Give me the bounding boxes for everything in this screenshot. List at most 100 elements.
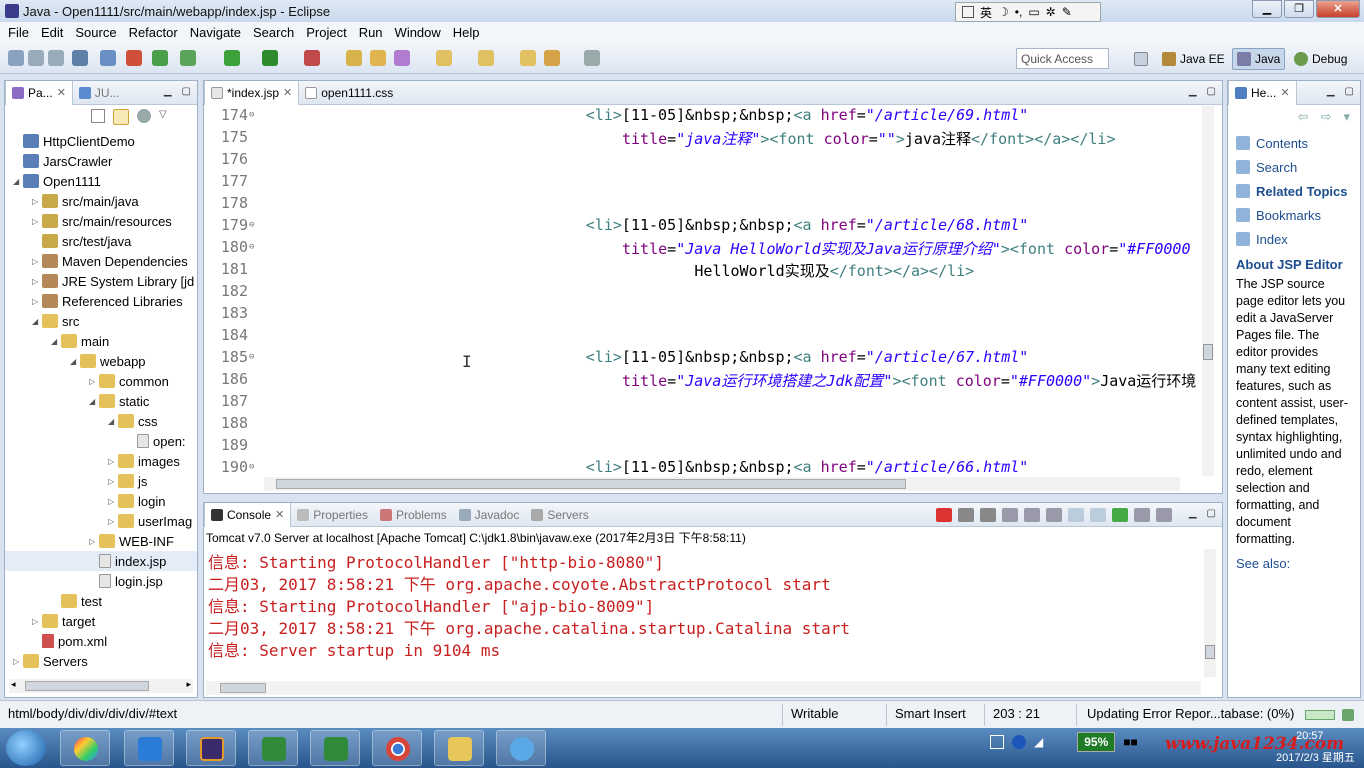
tree-item[interactable]: HttpClientDemo (5, 131, 197, 151)
editor-vscroll[interactable] (1202, 106, 1214, 476)
menu-icon[interactable]: ▾ (1343, 109, 1350, 127)
minimize-button[interactable]: ▁ (1252, 0, 1282, 18)
toolbar-icon[interactable] (436, 50, 452, 66)
expand-arrow-icon[interactable]: ▷ (32, 217, 42, 226)
editor-hscroll[interactable] (264, 477, 1180, 491)
collapse-all-icon[interactable] (91, 109, 105, 123)
console-tool-icon[interactable] (1046, 508, 1062, 522)
forward-icon[interactable]: ⇨ (1321, 109, 1332, 127)
menu-item-project[interactable]: Project (300, 25, 352, 40)
ime-toolbar[interactable]: 英 ☽ •, ▭ ✲ ✎ (955, 2, 1101, 22)
tree-item[interactable]: ▷ common (5, 371, 197, 391)
tree-item[interactable]: pom.xml (5, 631, 197, 651)
code-line[interactable]: 176 (204, 150, 1204, 172)
scroll-thumb[interactable] (1203, 344, 1213, 360)
fold-icon[interactable]: ⊖ (249, 352, 254, 362)
code-line[interactable]: 187 (204, 392, 1204, 414)
help-link-search[interactable]: Search (1228, 155, 1360, 179)
tree-item[interactable]: src/test/java (5, 231, 197, 251)
minimize-icon[interactable]: ▁ (1327, 86, 1335, 97)
tree-item[interactable]: ▷ images (5, 451, 197, 471)
tree-item[interactable]: JarsCrawler (5, 151, 197, 171)
expand-arrow-icon[interactable]: ◢ (89, 397, 99, 406)
fold-icon[interactable]: ⊖ (249, 462, 254, 472)
close-button[interactable]: ✕ (1316, 0, 1360, 18)
tab-junit[interactable]: JU... (73, 81, 126, 105)
expand-arrow-icon[interactable]: ▷ (108, 517, 118, 526)
toolbar-icon[interactable] (520, 50, 536, 66)
expand-arrow-icon[interactable]: ◢ (13, 177, 23, 186)
tree-item[interactable]: index.jsp (5, 551, 197, 571)
help-see-also[interactable]: See also: (1228, 550, 1360, 577)
code-line[interactable]: 181 HelloWorld实现及</font></a></li> (204, 260, 1204, 282)
console-tool-icon[interactable] (980, 508, 996, 522)
code-line[interactable]: 185 ⊖ <li>[11-05]&nbsp;&nbsp;<a href="/art… (204, 348, 1204, 370)
back-icon[interactable]: ⇦ (1298, 109, 1309, 127)
tree-item[interactable]: ▷ target (5, 611, 197, 631)
toolbar-icon[interactable] (304, 50, 320, 66)
expand-arrow-icon[interactable]: ◢ (108, 417, 118, 426)
toolbar-icon[interactable] (346, 50, 362, 66)
progress-view-icon[interactable] (1342, 709, 1354, 721)
expand-arrow-icon[interactable]: ▷ (108, 457, 118, 466)
help-tray-icon[interactable] (1012, 735, 1026, 749)
status-progress-text[interactable]: Updating Error Repor...tabase: (0%) (1087, 706, 1294, 721)
scroll-left-icon[interactable]: ◂ (11, 679, 16, 690)
fold-icon[interactable]: ⊖ (249, 242, 254, 252)
tree-item[interactable]: test (5, 591, 197, 611)
help-link-related-topics[interactable]: Related Topics (1228, 179, 1360, 203)
toolbar-icon[interactable] (394, 50, 410, 66)
code-line[interactable]: 182 (204, 282, 1204, 304)
moon-icon[interactable]: ☽ (998, 5, 1009, 19)
settings-icon[interactable]: ✲ (1046, 5, 1056, 19)
toolbar-icon[interactable] (544, 50, 560, 66)
menu-item-window[interactable]: Window (389, 25, 447, 40)
tab-index-jsp[interactable]: *index.jsp ✕ (204, 80, 300, 105)
taskbar-camtasia-1[interactable] (248, 730, 298, 766)
menu-item-help[interactable]: Help (447, 25, 486, 40)
tab-open1111-css[interactable]: open1111.css (299, 81, 399, 105)
tree-item[interactable]: ▷ userImag (5, 511, 197, 531)
fold-icon[interactable]: ⊖ (249, 110, 254, 120)
tree-item[interactable]: ▷ JRE System Library [jd (5, 271, 197, 291)
console-tool-icon[interactable] (1002, 508, 1018, 522)
toolbar-icon[interactable] (8, 50, 24, 66)
taskbar-camtasia-2[interactable] (310, 730, 360, 766)
expand-arrow-icon[interactable]: ◢ (32, 317, 42, 326)
menu-item-edit[interactable]: Edit (35, 25, 69, 40)
code-line[interactable]: 180 ⊖ title="Java HelloWorld实现及Java运行原理介绍"… (204, 238, 1204, 260)
console-tool-icon[interactable] (1068, 508, 1084, 522)
close-icon[interactable]: ✕ (283, 86, 292, 99)
taskbar-explorer[interactable] (434, 730, 484, 766)
toolbar-icon[interactable] (100, 50, 116, 66)
code-line[interactable]: 177 (204, 172, 1204, 194)
menu-item-navigate[interactable]: Navigate (184, 25, 247, 40)
taskbar-app-8[interactable] (496, 730, 546, 766)
menu-item-search[interactable]: Search (247, 25, 300, 40)
expand-arrow-icon[interactable]: ▷ (32, 297, 42, 306)
console-tool-icon[interactable] (1156, 508, 1172, 522)
tray-icon[interactable] (990, 735, 1004, 749)
toolbar-icon[interactable] (126, 50, 142, 66)
toolbar-icon[interactable] (370, 50, 386, 66)
toolbar-icon[interactable] (152, 50, 168, 66)
menu-item-refactor[interactable]: Refactor (123, 25, 184, 40)
menu-item-run[interactable]: Run (353, 25, 389, 40)
close-icon[interactable]: ✕ (1280, 86, 1289, 99)
console-tool-icon[interactable] (1024, 508, 1040, 522)
minimize-icon[interactable]: ▁ (164, 86, 172, 97)
ime-language-label[interactable]: 英 (980, 4, 992, 21)
taskbar-app-2[interactable] (124, 730, 174, 766)
code-line[interactable]: 174 ⊖ <li>[11-05]&nbsp;&nbsp;<a href="/art… (204, 106, 1204, 128)
tree-item[interactable]: ◢ static (5, 391, 197, 411)
maximize-icon[interactable]: ▢ (1345, 86, 1354, 97)
console-output[interactable]: 信息: Starting ProtocolHandler ["http-bio-… (208, 549, 850, 660)
menu-item-source[interactable]: Source (69, 25, 122, 40)
focus-icon[interactable] (137, 109, 151, 123)
tree-item[interactable]: ▷ src/main/resources (5, 211, 197, 231)
maximize-icon[interactable]: ▢ (1207, 508, 1216, 519)
console-tool-icon[interactable] (1112, 508, 1128, 522)
expand-arrow-icon[interactable]: ▷ (13, 657, 23, 666)
help-link-index[interactable]: Index (1228, 227, 1360, 251)
expand-arrow-icon[interactable]: ▷ (32, 277, 42, 286)
